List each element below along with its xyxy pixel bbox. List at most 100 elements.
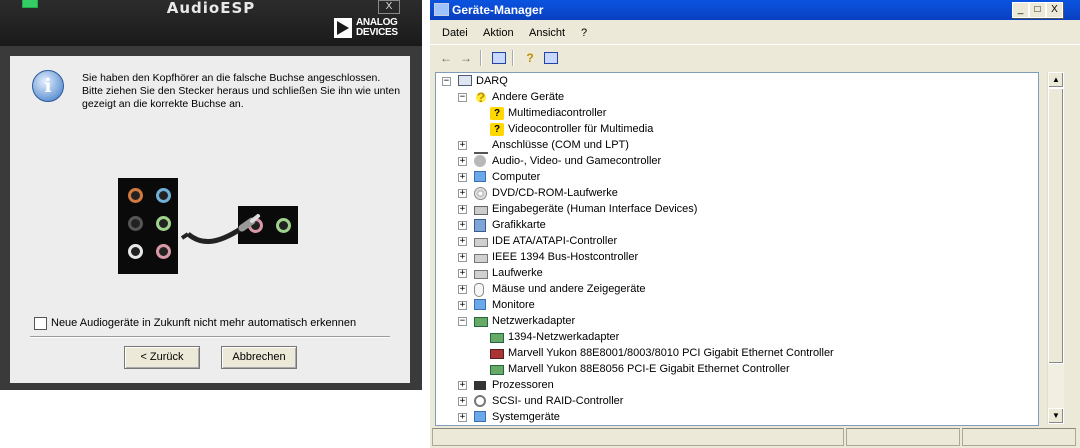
tree-node-label: Systemgeräte: [492, 411, 560, 423]
expand-icon[interactable]: +: [458, 381, 467, 390]
toolbar-separator: [512, 50, 514, 66]
scroll-down-arrow-icon[interactable]: ▼: [1048, 408, 1064, 424]
audioesp-title: AudioESP: [166, 0, 256, 17]
toolbar: ← → ?: [430, 44, 1080, 71]
collapse-icon[interactable]: −: [458, 93, 467, 102]
maximize-button[interactable]: □: [1029, 2, 1046, 18]
auto-detect-checkbox-label: Neue Audiogeräte in Zukunft nicht mehr a…: [51, 317, 357, 329]
headphone-plug-illustration: [180, 214, 260, 244]
tree-node-label: 1394-Netzwerkadapter: [508, 331, 620, 343]
yellowq-icon: ?: [490, 107, 504, 120]
back-button[interactable]: < Zurück: [124, 346, 200, 369]
device-manager-icon: [434, 3, 449, 16]
expand-icon[interactable]: +: [458, 173, 467, 182]
tree-node-label: Mäuse und andere Zeigegeräte: [492, 283, 646, 295]
keyboard-icon: [474, 206, 488, 215]
status-cell: [432, 428, 844, 446]
device-tree[interactable]: − DARQ −? Andere Geräte? Multimediacontrolle…: [435, 72, 1039, 426]
monitor-icon: [474, 411, 486, 422]
plug-icon: [474, 139, 488, 154]
device-manager-window: Geräte-Manager _ □ X Datei Aktion Ansich…: [430, 0, 1080, 448]
collapse-icon[interactable]: −: [458, 317, 467, 326]
tree-node-label: Andere Geräte: [492, 91, 565, 103]
expand-icon[interactable]: +: [458, 221, 467, 230]
vertical-scrollbar[interactable]: ▲ ▼: [1047, 72, 1064, 424]
audioesp-close-button[interactable]: X: [378, 0, 400, 14]
collapse-icon[interactable]: −: [442, 77, 451, 86]
menu-aktion[interactable]: Aktion: [483, 27, 514, 39]
tree-node-label: Netzwerkadapter: [492, 315, 576, 327]
audioesp-titlebar: AudioESP X ANALOG DEVICES: [0, 0, 422, 46]
tree-node-label: Videocontroller für Multimedia: [508, 123, 654, 135]
tree-node-label: Marvell Yukon 88E8001/8003/8010 PCI Giga…: [508, 347, 834, 359]
expand-icon[interactable]: +: [458, 269, 467, 278]
scsi-icon: [474, 395, 486, 407]
tree-node-label: Prozessoren: [492, 379, 554, 391]
scroll-up-arrow-icon[interactable]: ▲: [1048, 72, 1064, 88]
speaker-icon: [474, 155, 486, 167]
logo-line-2: DEVICES: [356, 27, 398, 38]
tree-node-label: IDE ATA/ATAPI-Controller: [492, 235, 618, 247]
menu-ansicht[interactable]: Ansicht: [529, 27, 565, 39]
view-icon[interactable]: [544, 52, 558, 64]
disc-icon: [474, 187, 487, 200]
tree-node-label: Computer: [492, 171, 541, 183]
expand-icon[interactable]: +: [458, 141, 467, 150]
mouse-icon: [474, 283, 484, 297]
analog-devices-logo-text: ANALOG DEVICES: [356, 18, 398, 38]
tree-node-label: Grafikkarte: [492, 219, 546, 231]
tree-node-label: Anschlüsse (COM und LPT): [492, 139, 629, 151]
tree-node-label: DARQ: [476, 75, 508, 87]
device-manager-title: Geräte-Manager: [452, 3, 544, 17]
divider: [30, 336, 390, 338]
expand-icon[interactable]: +: [458, 301, 467, 310]
card-icon: [474, 317, 488, 327]
scroll-thumb[interactable]: [1048, 88, 1064, 364]
expand-icon[interactable]: +: [458, 157, 467, 166]
back-arrow-icon[interactable]: ←: [438, 51, 454, 65]
audioesp-content-panel: i Sie haben den Kopfhörer an die falsche…: [10, 56, 410, 383]
tree-node-label: Monitore: [492, 299, 535, 311]
gfx-icon: [474, 219, 486, 232]
expand-icon[interactable]: +: [458, 413, 467, 422]
tree-node-label: Marvell Yukon 88E8056 PCI-E Gigabit Ethe…: [508, 363, 790, 375]
tree-node-label: Eingabegeräte (Human Interface Devices): [492, 203, 698, 215]
expand-icon[interactable]: +: [458, 237, 467, 246]
tree-node-label: Audio-, Video- und Gamecontroller: [492, 155, 662, 167]
qmark-icon: ?: [474, 90, 488, 104]
monitor-icon: [474, 171, 486, 182]
tree-node-label: Laufwerke: [492, 267, 543, 279]
expand-icon[interactable]: +: [458, 205, 467, 214]
cancel-button[interactable]: Abbrechen: [221, 346, 297, 369]
tree-node-label: DVD/CD-ROM-Laufwerke: [492, 187, 618, 199]
cpu-icon: [474, 381, 486, 390]
status-bar: [430, 426, 1080, 448]
tree-node-label: SCSI- und RAID-Controller: [492, 395, 624, 407]
yellowq-icon: ?: [490, 123, 504, 136]
expand-icon[interactable]: +: [458, 397, 467, 406]
drive-icon: [474, 238, 488, 247]
close-button[interactable]: X: [1046, 2, 1063, 18]
menu-bar: Datei Aktion Ansicht ?: [430, 22, 1080, 42]
monitor-icon: [474, 299, 486, 310]
forward-arrow-icon[interactable]: →: [458, 51, 474, 65]
drive-icon: [474, 270, 488, 279]
card-icon: [490, 333, 504, 343]
properties-icon[interactable]: [492, 52, 506, 64]
expand-icon[interactable]: +: [458, 285, 467, 294]
drive-icon: [474, 254, 488, 263]
menu-help[interactable]: ?: [581, 27, 587, 39]
help-icon[interactable]: ?: [522, 51, 538, 65]
audioesp-window: AudioESP X ANALOG DEVICES i Sie haben de…: [0, 0, 422, 390]
toolbar-separator: [480, 50, 482, 66]
card-icon: [490, 365, 504, 375]
tree-node-label: IEEE 1394 Bus-Hostcontroller: [492, 251, 639, 263]
auto-detect-checkbox[interactable]: [34, 317, 47, 330]
status-cell: [846, 428, 960, 446]
menu-datei[interactable]: Datei: [442, 27, 468, 39]
minimize-button[interactable]: _: [1012, 2, 1029, 18]
expand-icon[interactable]: +: [458, 253, 467, 262]
tree-node-label: Multimediacontroller: [508, 107, 607, 119]
device-manager-titlebar: Geräte-Manager _ □ X: [430, 0, 1080, 20]
expand-icon[interactable]: +: [458, 189, 467, 198]
